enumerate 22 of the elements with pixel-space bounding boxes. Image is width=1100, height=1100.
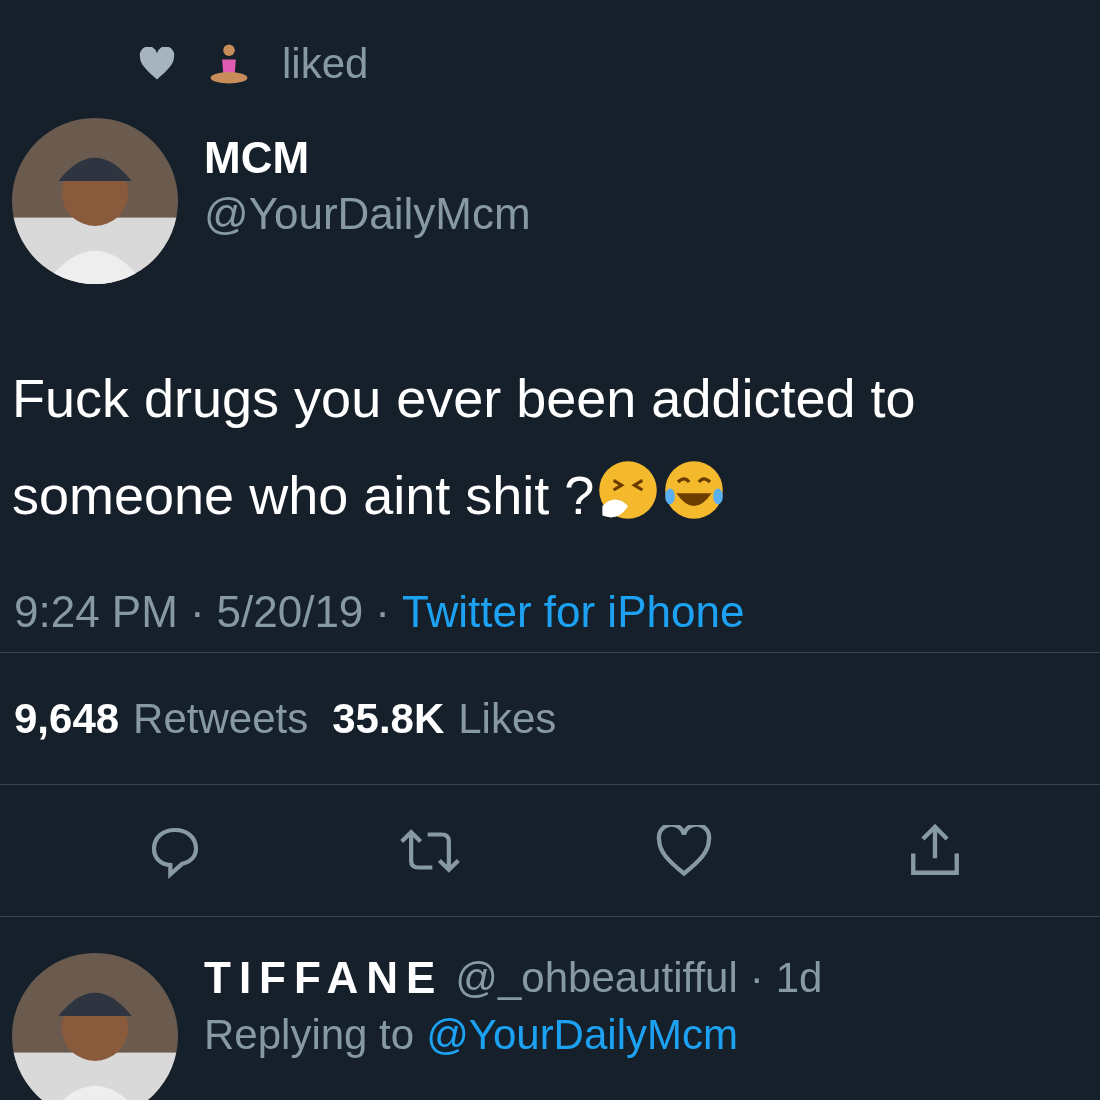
replying-label: Replying to: [204, 1011, 415, 1059]
tweet-text-line: Fuck drugs you ever been addicted to: [12, 368, 916, 428]
liked-label: liked: [282, 40, 369, 88]
author-name[interactable]: MCM: [204, 133, 531, 183]
reply-age: 1d: [775, 954, 823, 1002]
tweet-time: 9:24 PM: [14, 587, 178, 637]
stat-label[interactable]: Likes: [458, 694, 557, 743]
tweet-text-line: someone who aint shit ?: [12, 465, 595, 525]
stat-count[interactable]: 9,648: [14, 694, 120, 743]
mention-link[interactable]: @YourDailyMcm: [426, 1011, 738, 1059]
separator: ·: [189, 587, 205, 637]
stat-count[interactable]: 35.8K: [332, 694, 445, 743]
source-link[interactable]: Twitter for iPhone: [402, 587, 745, 637]
heart-icon: [138, 47, 176, 81]
author-handle[interactable]: @YourDailyMcm: [204, 189, 531, 239]
like-button[interactable]: [655, 824, 714, 877]
reply-author-handle[interactable]: @_ohbeautifful: [455, 954, 738, 1002]
tweet-date: 5/20/19: [216, 587, 364, 637]
separator: ·: [749, 954, 764, 1002]
separator: ·: [375, 587, 390, 637]
stat-label[interactable]: Retweets: [133, 694, 309, 743]
reply-author-name[interactable]: TIFFANE: [204, 953, 444, 1003]
